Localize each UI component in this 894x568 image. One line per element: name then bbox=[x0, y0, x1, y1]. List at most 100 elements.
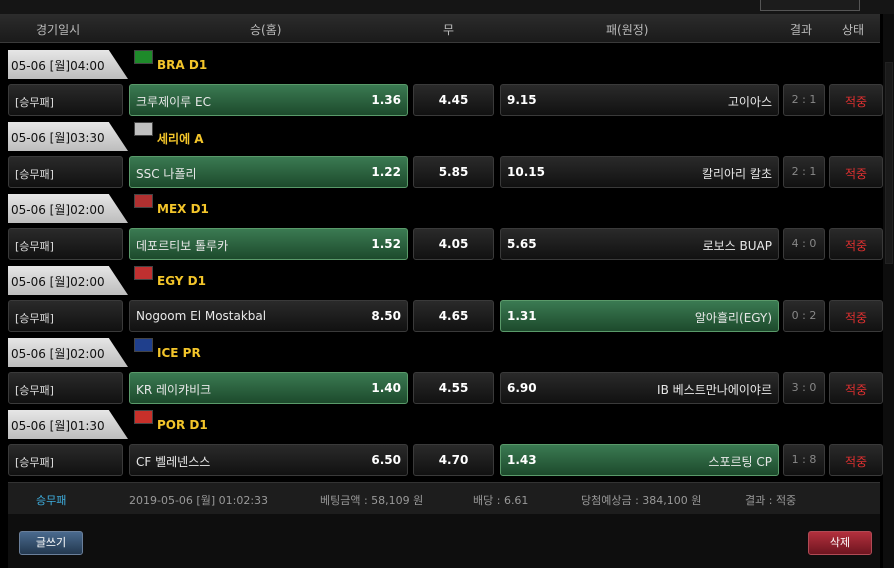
summary-result: 결과 : 적중 bbox=[745, 494, 797, 507]
status: 적중 bbox=[844, 167, 868, 181]
home-team: 크루제이루 EC bbox=[136, 95, 211, 109]
score-cell: 2 : 1 bbox=[783, 84, 825, 116]
footer bbox=[8, 514, 880, 568]
draw-odds-button[interactable]: 5.85 bbox=[413, 156, 494, 188]
summary-expected: 당첨예상금 : 384,100 원 bbox=[581, 494, 702, 507]
table-header: 경기일시 승(홈) 무 패(원정) 결과 상태 bbox=[0, 14, 880, 43]
league-name: POR D1 bbox=[157, 418, 208, 432]
header-status: 상태 bbox=[842, 23, 865, 37]
game-date: 05-06 [월]01:30 bbox=[11, 419, 105, 433]
scrollbar-thumb[interactable] bbox=[885, 62, 893, 264]
away-odds: 5.65 bbox=[507, 237, 537, 251]
draw-odds: 4.45 bbox=[438, 93, 469, 107]
status-cell: 적중 bbox=[829, 372, 883, 404]
draw-odds-button[interactable]: 4.70 bbox=[413, 444, 494, 476]
game-date-tab: 05-06 [월]02:00 bbox=[8, 266, 128, 295]
home-odds-button[interactable]: Nogoom El Mostakbal 8.50 bbox=[129, 300, 408, 332]
home-odds-button[interactable]: 크루제이루 EC 1.36 bbox=[129, 84, 408, 116]
league-flag-icon bbox=[134, 338, 153, 352]
league-flag-icon bbox=[134, 122, 153, 136]
league-flag-icon bbox=[134, 266, 153, 280]
bet-summary: 승무패 2019-05-06 [월] 01:02:33 베팅금액 : 58,10… bbox=[8, 482, 880, 515]
bet-type-cell: [승무패] bbox=[8, 444, 123, 476]
away-odds-button[interactable]: 5.65 로보스 BUAP bbox=[500, 228, 779, 260]
score-cell: 0 : 2 bbox=[783, 300, 825, 332]
away-odds: 1.43 bbox=[507, 453, 537, 467]
draw-odds-button[interactable]: 4.55 bbox=[413, 372, 494, 404]
status-cell: 적중 bbox=[829, 300, 883, 332]
delete-button[interactable]: 삭제 bbox=[808, 531, 872, 555]
away-odds-button[interactable]: 1.31 알아흘리(EGY) bbox=[500, 300, 779, 332]
header-draw: 무 bbox=[443, 23, 455, 37]
score: 3 : 0 bbox=[791, 381, 817, 394]
draw-odds-button[interactable]: 4.65 bbox=[413, 300, 494, 332]
away-team: IB 베스트만나에이야르 bbox=[657, 383, 772, 397]
status-cell: 적중 bbox=[829, 84, 883, 116]
draw-odds-button[interactable]: 4.05 bbox=[413, 228, 494, 260]
home-team: CF 벨레넨스스 bbox=[136, 455, 211, 469]
home-odds: 1.36 bbox=[371, 93, 401, 107]
score: 0 : 2 bbox=[791, 309, 817, 322]
draw-odds: 4.05 bbox=[438, 237, 469, 251]
top-tab[interactable] bbox=[760, 0, 860, 11]
status: 적중 bbox=[844, 239, 868, 253]
status: 적중 bbox=[844, 383, 868, 397]
league-flag-icon bbox=[134, 194, 153, 208]
league-name: 세리에 A bbox=[157, 132, 204, 146]
status-cell: 적중 bbox=[829, 444, 883, 476]
away-odds-button[interactable]: 6.90 IB 베스트만나에이야르 bbox=[500, 372, 779, 404]
game-date: 05-06 [월]02:00 bbox=[11, 347, 105, 361]
game-date: 05-06 [월]02:00 bbox=[11, 275, 105, 289]
score: 4 : 0 bbox=[791, 237, 817, 250]
home-odds-button[interactable]: KR 레이캬비크 1.40 bbox=[129, 372, 408, 404]
away-team: 알아흘리(EGY) bbox=[694, 311, 772, 325]
bet-type: [승무패] bbox=[15, 240, 54, 253]
away-odds: 10.15 bbox=[507, 165, 545, 179]
league-name: MEX D1 bbox=[157, 202, 209, 216]
bet-type: [승무패] bbox=[15, 168, 54, 181]
scrollbar[interactable] bbox=[883, 14, 894, 568]
summary-odds: 배당 : 6.61 bbox=[473, 494, 529, 507]
header-result: 결과 bbox=[790, 23, 813, 37]
score-cell: 2 : 1 bbox=[783, 156, 825, 188]
summary-bet-amount: 베팅금액 : 58,109 원 bbox=[320, 494, 424, 507]
status: 적중 bbox=[844, 455, 868, 469]
away-odds-button[interactable]: 1.43 스포르팅 CP bbox=[500, 444, 779, 476]
draw-odds: 4.70 bbox=[438, 453, 469, 467]
status-cell: 적중 bbox=[829, 228, 883, 260]
bet-type-cell: [승무패] bbox=[8, 372, 123, 404]
home-odds-button[interactable]: 데포르티보 톨루카 1.52 bbox=[129, 228, 408, 260]
league-name: ICE PR bbox=[157, 346, 201, 360]
draw-odds-button[interactable]: 4.45 bbox=[413, 84, 494, 116]
score: 1 : 8 bbox=[791, 453, 817, 466]
status: 적중 bbox=[844, 311, 868, 325]
league-name: BRA D1 bbox=[157, 58, 208, 72]
score-cell: 3 : 0 bbox=[783, 372, 825, 404]
game-date: 05-06 [월]04:00 bbox=[11, 59, 105, 73]
summary-datetime: 2019-05-06 [월] 01:02:33 bbox=[129, 494, 269, 507]
home-odds-button[interactable]: SSC 나폴리 1.22 bbox=[129, 156, 408, 188]
away-odds-button[interactable]: 9.15 고이아스 bbox=[500, 84, 779, 116]
score: 2 : 1 bbox=[791, 93, 817, 106]
game-date-tab: 05-06 [월]01:30 bbox=[8, 410, 128, 439]
league-flag-icon bbox=[134, 50, 153, 64]
write-button[interactable]: 글쓰기 bbox=[19, 531, 83, 555]
bet-type-cell: [승무패] bbox=[8, 300, 123, 332]
away-odds: 1.31 bbox=[507, 309, 537, 323]
header-home: 승(홈) bbox=[250, 23, 282, 37]
header-time: 경기일시 bbox=[36, 23, 81, 37]
home-odds-button[interactable]: CF 벨레넨스스 6.50 bbox=[129, 444, 408, 476]
home-odds: 6.50 bbox=[371, 453, 401, 467]
bet-type-cell: [승무패] bbox=[8, 228, 123, 260]
home-odds: 8.50 bbox=[371, 309, 401, 323]
status-cell: 적중 bbox=[829, 156, 883, 188]
away-odds-button[interactable]: 10.15 칼리아리 칼초 bbox=[500, 156, 779, 188]
away-odds: 9.15 bbox=[507, 93, 537, 107]
home-team: 데포르티보 톨루카 bbox=[136, 239, 229, 253]
score-cell: 4 : 0 bbox=[783, 228, 825, 260]
bet-type: [승무패] bbox=[15, 312, 54, 325]
header-away: 패(원정) bbox=[606, 23, 649, 37]
away-team: 스포르팅 CP bbox=[708, 455, 772, 469]
draw-odds: 4.55 bbox=[438, 381, 469, 395]
game-date: 05-06 [월]03:30 bbox=[11, 131, 105, 145]
